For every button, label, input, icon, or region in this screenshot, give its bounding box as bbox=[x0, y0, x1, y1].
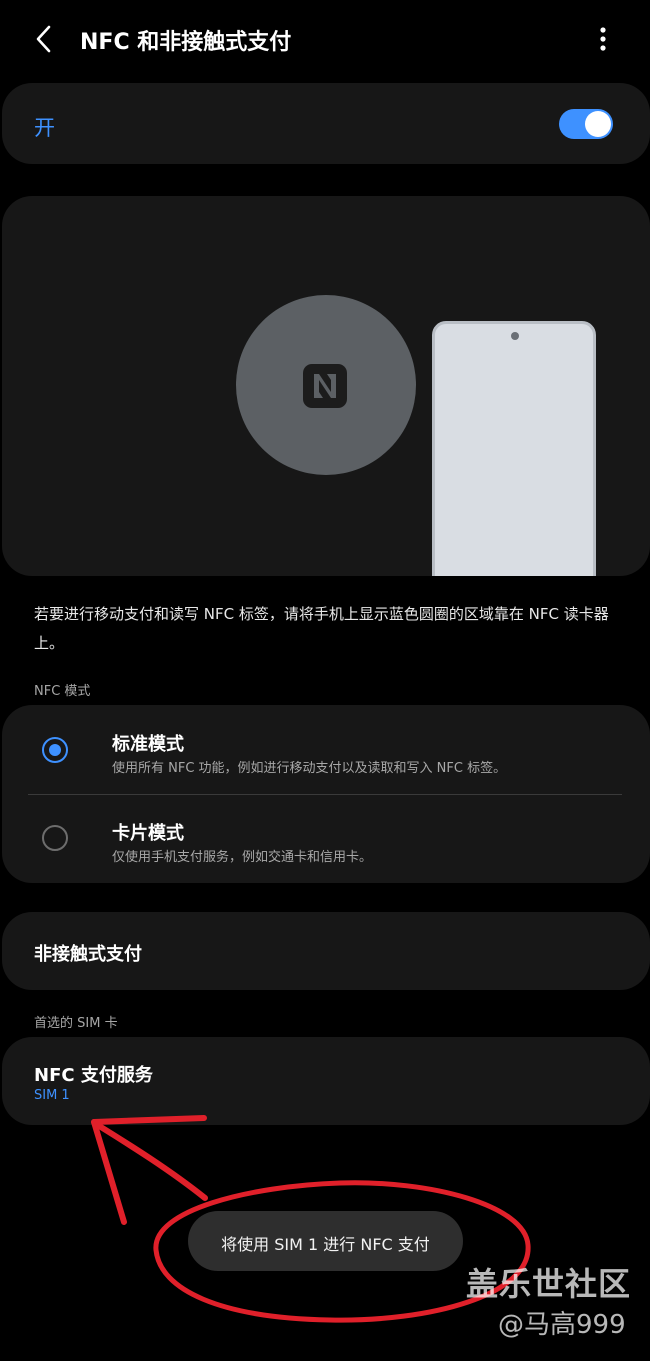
toggle-knob bbox=[585, 111, 611, 137]
mode-subtitle-standard: 使用所有 NFC 功能，例如进行移动支付以及读取和写入 NFC 标签。 bbox=[112, 761, 507, 776]
mode-subtitle-card: 仅使用手机支付服务，例如交通卡和信用卡。 bbox=[112, 850, 373, 865]
mode-option-standard[interactable] bbox=[2, 705, 650, 794]
back-icon[interactable] bbox=[28, 22, 62, 56]
toast-message: 将使用 SIM 1 进行 NFC 支付 bbox=[221, 1235, 430, 1254]
nfc-description: 若要进行移动支付和读写 NFC 标签，请将手机上显示蓝色圆圈的区域靠在 NFC … bbox=[34, 605, 609, 652]
annotation-arrow-head-1 bbox=[91, 1119, 127, 1225]
radio-card-unselected[interactable] bbox=[42, 825, 68, 851]
phone-illustration bbox=[432, 321, 596, 591]
nfc-mode-section-label: NFC 模式 bbox=[34, 684, 91, 699]
mode-option-card[interactable] bbox=[2, 795, 650, 883]
mode-title-card: 卡片模式 bbox=[112, 823, 184, 844]
contactless-payment-label: 非接触式支付 bbox=[34, 944, 142, 965]
page-title: NFC 和非接触式支付 bbox=[80, 30, 292, 55]
mode-title-standard: 标准模式 bbox=[112, 734, 184, 755]
radio-standard-selected[interactable] bbox=[42, 737, 68, 763]
nfc-icon bbox=[303, 364, 347, 408]
more-options-icon[interactable] bbox=[588, 22, 618, 56]
watermark-site: 盖乐世社区 bbox=[466, 1265, 632, 1303]
phone-camera bbox=[511, 332, 519, 340]
nfc-payment-service-value: SIM 1 bbox=[34, 1088, 70, 1103]
preferred-sim-section-label: 首选的 SIM 卡 bbox=[34, 1016, 118, 1031]
master-switch-row[interactable] bbox=[2, 83, 650, 164]
annotation-arrow-shaft bbox=[93, 1121, 208, 1201]
watermark-author: @马高999 bbox=[498, 1310, 626, 1340]
master-toggle[interactable] bbox=[559, 109, 613, 139]
master-switch-label: 开 bbox=[34, 116, 55, 140]
illustration-mask bbox=[0, 576, 650, 596]
nfc-payment-service-title: NFC 支付服务 bbox=[34, 1065, 153, 1086]
